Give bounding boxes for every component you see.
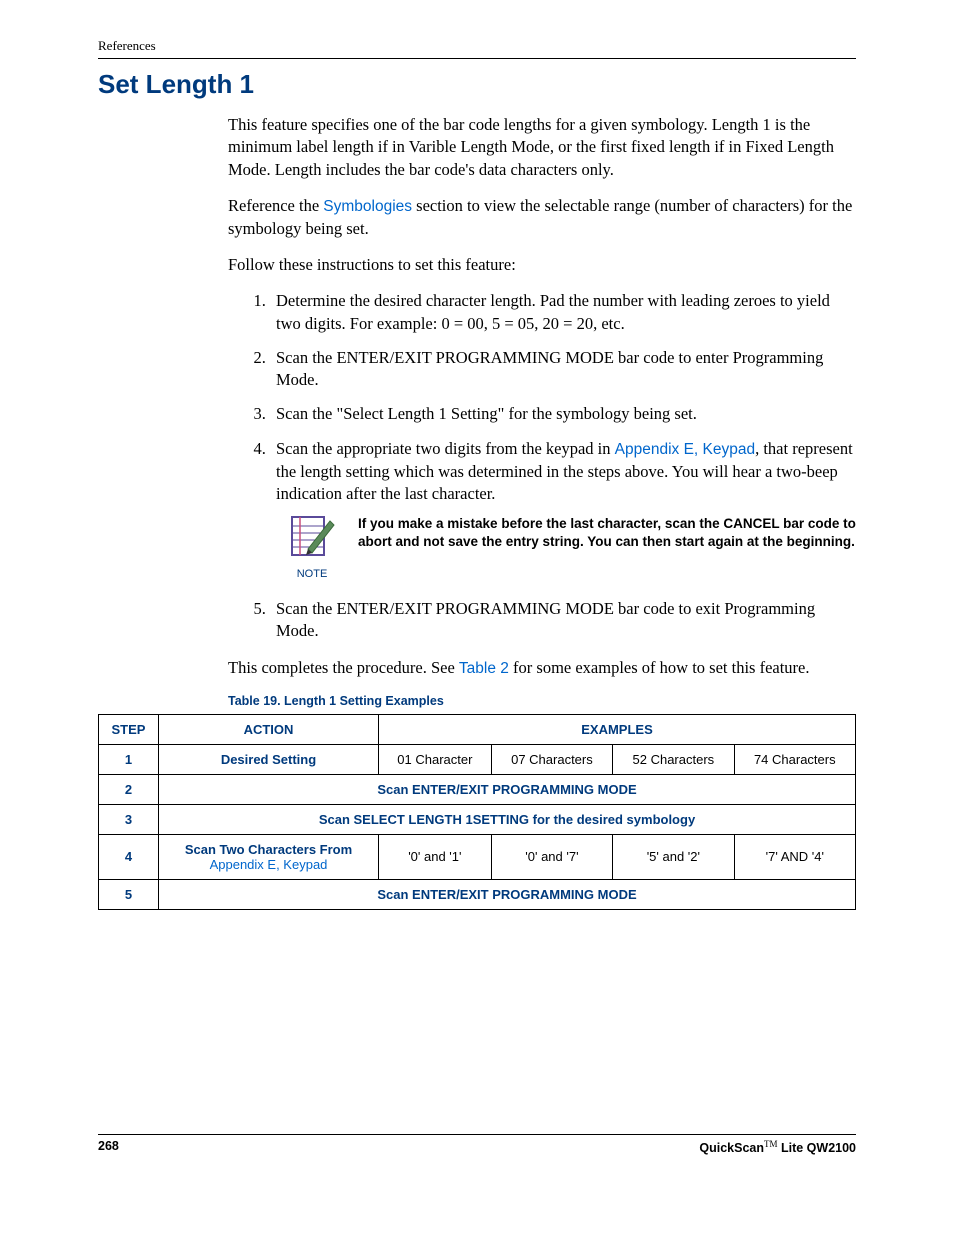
symbologies-link[interactable]: Symbologies — [323, 198, 412, 215]
table-header-row: STEP ACTION EXAMPLES — [99, 714, 856, 744]
note-icon — [284, 511, 340, 565]
body-content: This feature specifies one of the bar co… — [228, 114, 856, 680]
text: Lite QW2100 — [778, 1141, 857, 1155]
cell-step: 4 — [99, 834, 159, 879]
table-caption: Table 19. Length 1 Setting Examples — [228, 694, 856, 708]
divider — [98, 58, 856, 59]
step-3: Scan the "Select Length 1 Setting" for t… — [270, 403, 856, 425]
th-action: ACTION — [159, 714, 379, 744]
appendix-link[interactable]: Appendix E, Keypad — [615, 441, 755, 458]
note-text: If you make a mistake before the last ch… — [358, 511, 856, 551]
running-header: References — [98, 38, 856, 54]
step-2: Scan the ENTER/EXIT PROGRAMMING MODE bar… — [270, 347, 856, 392]
th-step: STEP — [99, 714, 159, 744]
cell: 52 Characters — [613, 744, 734, 774]
complete-paragraph: This completes the procedure. See Table … — [228, 657, 856, 680]
trademark: TM — [764, 1139, 778, 1149]
reference-paragraph: Reference the Symbologies section to vie… — [228, 195, 856, 240]
table-row: 2 Scan ENTER/EXIT PROGRAMMING MODE — [99, 774, 856, 804]
text: QuickScan — [699, 1141, 764, 1155]
text: Reference the — [228, 196, 323, 215]
page-title: Set Length 1 — [98, 69, 856, 100]
text: for some examples of how to set this fea… — [509, 658, 810, 677]
table-row: 1 Desired Setting 01 Character 07 Charac… — [99, 744, 856, 774]
appendix-link[interactable]: Appendix E, Keypad — [210, 857, 328, 872]
instruction-list: Determine the desired character length. … — [228, 290, 856, 642]
step-1: Determine the desired character length. … — [270, 290, 856, 335]
cell: 74 Characters — [734, 744, 855, 774]
footer-divider — [98, 1134, 856, 1135]
cell-step: 3 — [99, 804, 159, 834]
note-block: NOTE If you make a mistake before the la… — [276, 511, 856, 582]
note-icon-wrap: NOTE — [284, 511, 340, 582]
follow-paragraph: Follow these instructions to set this fe… — [228, 254, 856, 276]
text: This completes the procedure. See — [228, 658, 459, 677]
th-examples: EXAMPLES — [379, 714, 856, 744]
cell: 01 Character — [379, 744, 492, 774]
examples-table: STEP ACTION EXAMPLES 1 Desired Setting 0… — [98, 714, 856, 910]
cell-span: Scan ENTER/EXIT PROGRAMMING MODE — [159, 879, 856, 909]
table-row: 3 Scan SELECT LENGTH 1SETTING for the de… — [99, 804, 856, 834]
step-5: Scan the ENTER/EXIT PROGRAMMING MODE bar… — [270, 598, 856, 643]
text: Scan the appropriate two digits from the… — [276, 439, 615, 458]
table-link[interactable]: Table 2 — [459, 660, 509, 677]
cell-span: Scan SELECT LENGTH 1SETTING for the desi… — [159, 804, 856, 834]
cell: '5' and '2' — [613, 834, 734, 879]
intro-paragraph: This feature specifies one of the bar co… — [228, 114, 856, 181]
text: Scan Two Characters From — [185, 842, 352, 857]
cell-step: 5 — [99, 879, 159, 909]
page-footer: 268 QuickScanTM Lite QW2100 — [98, 1134, 856, 1155]
page-number: 268 — [98, 1139, 119, 1155]
table-row: 5 Scan ENTER/EXIT PROGRAMMING MODE — [99, 879, 856, 909]
product-name: QuickScanTM Lite QW2100 — [699, 1139, 856, 1155]
cell-action: Scan Two Characters From Appendix E, Key… — [159, 834, 379, 879]
cell: '0' and '7' — [491, 834, 612, 879]
cell-action: Desired Setting — [159, 744, 379, 774]
cell-step: 1 — [99, 744, 159, 774]
cell: '7' AND '4' — [734, 834, 855, 879]
note-label: NOTE — [284, 567, 340, 582]
step-4: Scan the appropriate two digits from the… — [270, 438, 856, 583]
cell: 07 Characters — [491, 744, 612, 774]
cell: '0' and '1' — [379, 834, 492, 879]
cell-span: Scan ENTER/EXIT PROGRAMMING MODE — [159, 774, 856, 804]
cell-step: 2 — [99, 774, 159, 804]
table-row: 4 Scan Two Characters From Appendix E, K… — [99, 834, 856, 879]
